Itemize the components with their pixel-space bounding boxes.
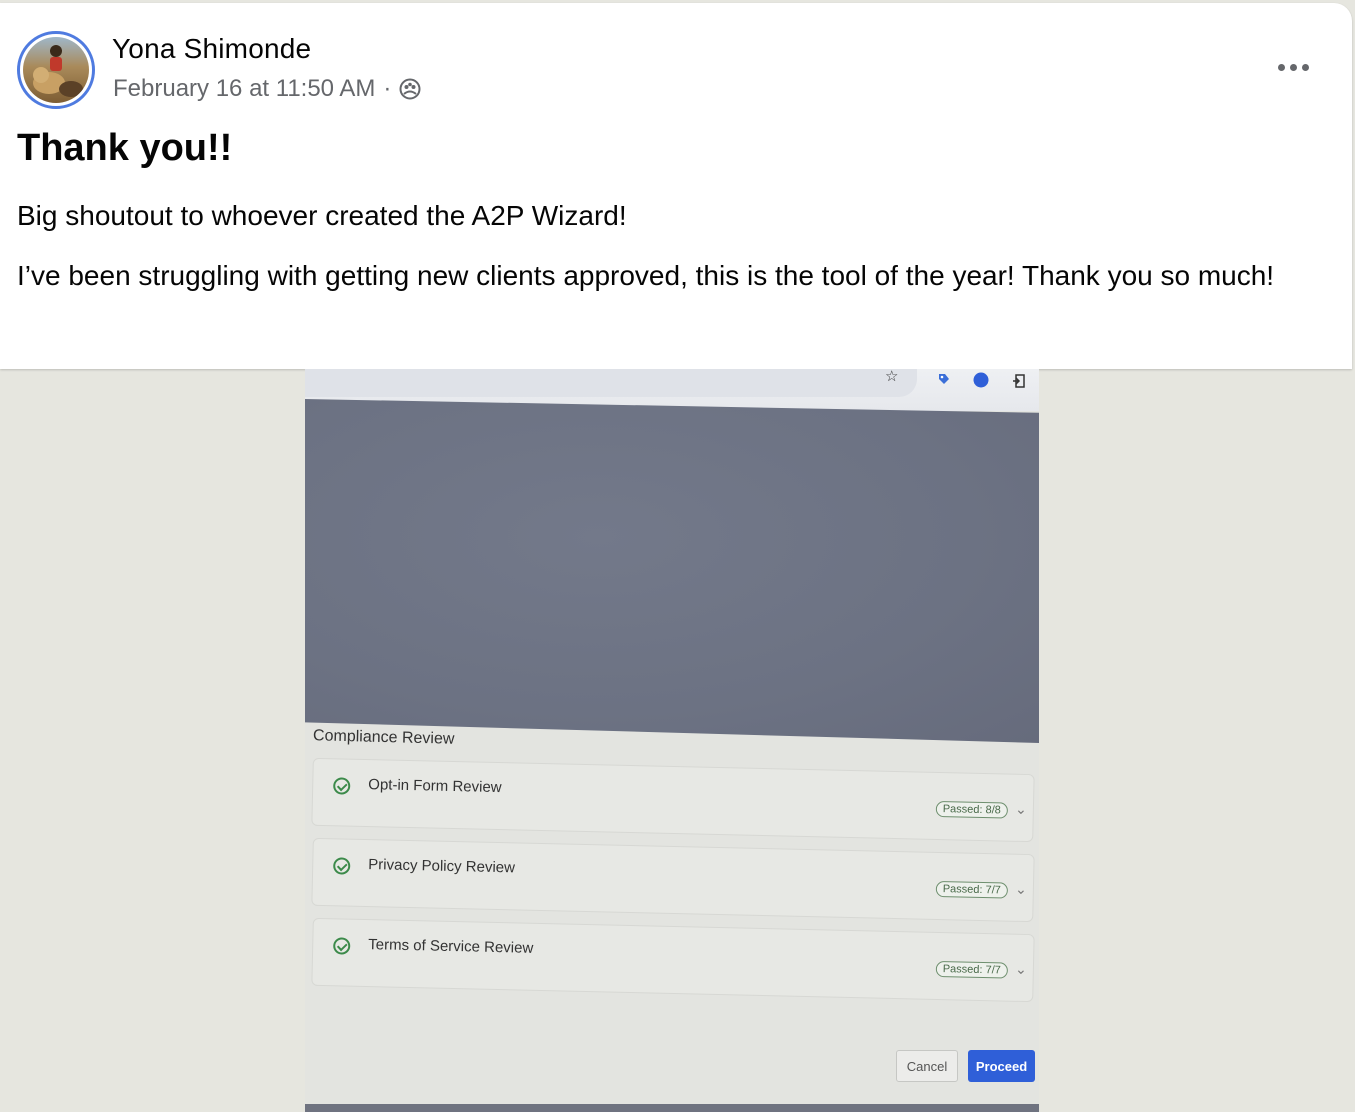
chevron-down-icon[interactable]: ⌄ bbox=[1015, 961, 1027, 978]
status-badge: Passed: 8/8 bbox=[935, 800, 1009, 819]
address-bar bbox=[305, 369, 917, 397]
timestamp[interactable]: February 16 at 11:50 AM bbox=[113, 75, 375, 103]
tag-icon bbox=[939, 374, 949, 384]
post-paragraph: Big shoutout to whoever created the A2P … bbox=[17, 200, 627, 231]
review-row-opt-in[interactable]: Opt-in Form Review Passed: 8/8 ⌄ bbox=[311, 757, 1035, 843]
review-label: Terms of Service Review bbox=[368, 936, 534, 957]
check-circle-icon bbox=[333, 857, 351, 875]
avatar-image bbox=[23, 37, 89, 103]
avatar-photo bbox=[33, 45, 83, 97]
post-paragraph: I’ve been struggling with getting new cl… bbox=[17, 260, 1275, 291]
post-title: Thank you!! bbox=[17, 127, 233, 169]
star-icon: ☆ bbox=[885, 369, 899, 385]
post-meta: February 16 at 11:50 AM · bbox=[113, 75, 421, 103]
group-icon[interactable] bbox=[399, 78, 421, 100]
chevron-down-icon[interactable]: ⌄ bbox=[1015, 801, 1027, 818]
review-label: Opt-in Form Review bbox=[368, 776, 502, 797]
check-circle-icon bbox=[333, 937, 351, 955]
review-row-privacy[interactable]: Privacy Policy Review Passed: 7/7 ⌄ bbox=[311, 837, 1035, 923]
more-dot bbox=[1301, 63, 1309, 71]
status-badge: Passed: 7/7 bbox=[935, 960, 1009, 979]
review-row-terms[interactable]: Terms of Service Review Passed: 7/7 ⌄ bbox=[311, 917, 1035, 1003]
chevron-down-icon[interactable]: ⌄ bbox=[1015, 881, 1027, 898]
review-label: Privacy Policy Review bbox=[368, 856, 516, 877]
post-photo[interactable]: ☆ Compliance Review Opt-in Form Review P… bbox=[305, 369, 1039, 1112]
status-badge: Passed: 7/7 bbox=[935, 880, 1009, 899]
more-dot bbox=[1289, 63, 1297, 71]
photo-bottom-edge bbox=[305, 1104, 1039, 1112]
check-circle-icon bbox=[333, 777, 351, 795]
cancel-button[interactable]: Cancel bbox=[896, 1050, 958, 1082]
extension-icon bbox=[1013, 374, 1025, 388]
author-name[interactable]: Yona Shimonde bbox=[112, 33, 311, 65]
screen-glare bbox=[305, 399, 1039, 743]
post-card: Yona Shimonde February 16 at 11:50 AM · … bbox=[0, 3, 1352, 369]
compliance-title: Compliance Review bbox=[312, 727, 455, 748]
more-dot bbox=[1277, 63, 1285, 71]
avatar[interactable] bbox=[17, 31, 95, 109]
meta-separator: · bbox=[383, 75, 392, 102]
profile-icon bbox=[973, 372, 989, 388]
more-options-button[interactable] bbox=[1268, 55, 1318, 79]
proceed-button[interactable]: Proceed bbox=[968, 1050, 1035, 1082]
